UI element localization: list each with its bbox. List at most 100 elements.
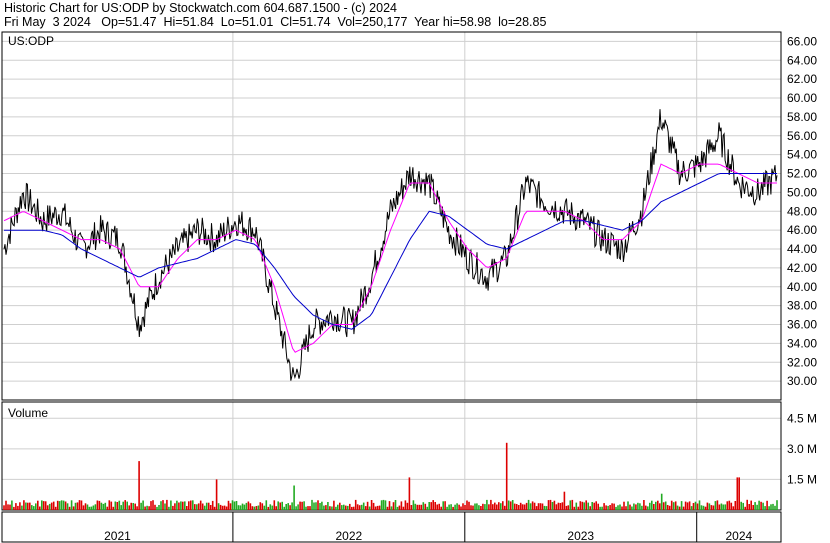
volume-bar (327, 502, 329, 510)
volume-bar (215, 479, 218, 510)
volume-bar (486, 499, 488, 510)
volume-bar (343, 504, 345, 510)
volume-bar (319, 503, 321, 510)
volume-bar (682, 506, 685, 510)
volume-bar (237, 505, 240, 510)
volume-bar (82, 505, 85, 510)
volume-bar (666, 505, 669, 510)
volume-bar (631, 506, 633, 510)
volume-bar (44, 501, 47, 510)
volume-bar (291, 502, 293, 510)
volume-bar (545, 506, 548, 510)
volume-bar (17, 505, 19, 510)
volume-bar (768, 506, 770, 510)
volume-bar (52, 501, 55, 510)
volume-bar (33, 506, 35, 510)
volume-bar (547, 500, 550, 510)
volume-bar (265, 500, 268, 510)
volume-bar (551, 502, 554, 510)
volume-bar (203, 505, 206, 510)
volume-bar (718, 504, 721, 510)
volume-bar (492, 504, 494, 510)
volume-bar (235, 501, 238, 510)
volume-bar (565, 505, 568, 510)
volume-bar (438, 503, 440, 510)
price-tick-label: 52.00 (787, 167, 817, 181)
volume-bar (199, 500, 202, 510)
volume-bar (430, 502, 432, 510)
volume-bar (60, 500, 63, 510)
volume-bar (384, 500, 387, 510)
volume-bar (102, 503, 105, 510)
price-tick-label: 46.00 (787, 223, 817, 237)
price-tick-label: 40.00 (787, 280, 817, 294)
volume-bar (164, 503, 166, 510)
volume-bar (472, 505, 474, 510)
volume-bar (140, 502, 142, 510)
volume-bar (186, 506, 188, 510)
volume-bar (126, 501, 128, 510)
volume-bar (639, 503, 641, 510)
volume-bar (575, 502, 578, 510)
volume-bar (289, 505, 291, 510)
volume-bar (627, 501, 629, 510)
volume-bar (585, 500, 587, 510)
volume-bar (641, 505, 643, 510)
volume-bar (273, 500, 276, 510)
price-panel (1, 31, 782, 401)
volume-bar (410, 505, 413, 510)
volume-bar (76, 502, 79, 510)
volume-bar (108, 500, 111, 510)
volume-bar (255, 506, 258, 510)
volume-bar (98, 500, 101, 510)
volume-bar (422, 502, 425, 510)
volume-bar (394, 500, 397, 510)
volume-bar (458, 504, 460, 510)
volume-bar (58, 501, 61, 510)
volume-bar (660, 493, 663, 510)
volume-bar (722, 504, 725, 510)
volume-bar (702, 505, 705, 510)
price-tick-label: 60.00 (787, 91, 817, 105)
volume-bar (424, 503, 427, 510)
volume-bar (317, 500, 319, 510)
year-label: 2023 (567, 529, 594, 543)
volume-bar (625, 506, 627, 510)
volume-bar (388, 501, 391, 510)
price-tick-label: 64.00 (787, 53, 817, 67)
volume-bar (243, 504, 246, 510)
volume-bar (426, 506, 429, 510)
volume-bar (555, 504, 558, 510)
price-tick-label: 54.00 (787, 148, 817, 162)
volume-bar (154, 504, 156, 510)
volume-bar (513, 503, 516, 510)
volume-bar (257, 505, 260, 510)
volume-bar (774, 505, 776, 510)
volume-bar (670, 500, 673, 510)
volume-bar (217, 503, 220, 510)
volume-bar (196, 504, 198, 510)
volume-bar (732, 506, 735, 510)
volume-bar (653, 504, 655, 510)
volume-bar (684, 501, 687, 510)
volume-bar (201, 503, 204, 510)
volume-bar (527, 499, 530, 510)
volume-bar (9, 504, 11, 510)
volume-bar (13, 506, 15, 510)
volume-bar (704, 506, 707, 510)
volume-bar (92, 505, 95, 510)
volume-bar (354, 499, 357, 510)
volume-bar (23, 500, 25, 510)
volume-bar (591, 502, 593, 510)
volume-bar (645, 505, 647, 510)
volume-bar (120, 505, 122, 510)
volume-bar (531, 501, 534, 510)
volume-bar (770, 504, 772, 510)
volume-bar (277, 501, 279, 510)
volume-bar (158, 505, 160, 510)
volume-bar (559, 503, 562, 510)
volume-bar (213, 506, 216, 510)
price-tick-label: 36.00 (787, 318, 817, 332)
volume-bar (756, 504, 758, 510)
volume-bar (611, 503, 613, 510)
